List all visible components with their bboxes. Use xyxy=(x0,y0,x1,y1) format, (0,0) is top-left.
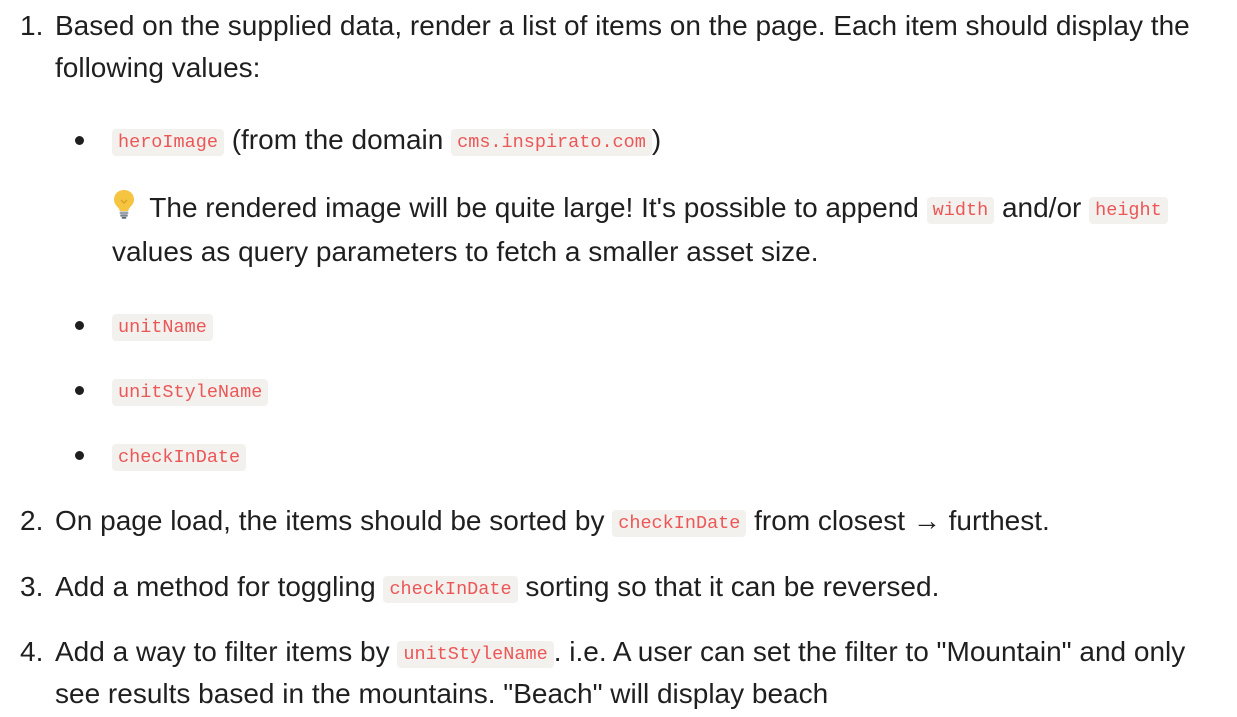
sub-list-item-hero-image: heroImage (from the domain cms.inspirato… xyxy=(55,119,1212,161)
list-number: 1. xyxy=(20,10,44,41)
note-text-3: values as query parameters to fetch a sm… xyxy=(112,236,819,267)
code-width: width xyxy=(926,197,995,224)
list-number: 3. xyxy=(20,571,44,602)
list-number: 2. xyxy=(20,505,44,536)
bullet xyxy=(75,386,84,395)
code-unit-name: unitName xyxy=(112,314,213,341)
bullet xyxy=(75,321,84,330)
list-item-4: 4. Add a way to filter items by unitStyl… xyxy=(0,631,1215,715)
list-item-text-2: from closest → furthest. xyxy=(746,505,1050,536)
code-check-in-date: checkInDate xyxy=(612,510,747,537)
list-item-3: 3. Add a method for toggling checkInDate… xyxy=(0,566,1215,608)
list-item-text: Add a method for toggling xyxy=(55,571,384,602)
list-item-text: Based on the supplied data, render a lis… xyxy=(55,10,1190,83)
note-text-2: and/or xyxy=(994,192,1090,223)
code-domain: cms.inspirato.com xyxy=(451,129,652,156)
list-item-1: 1. Based on the supplied data, render a … xyxy=(0,5,1215,89)
sub-list-item-unit-name: unitName xyxy=(55,304,213,346)
list-item-text: On page load, the items should be sorted… xyxy=(55,505,613,536)
note-block: The rendered image will be quite large! … xyxy=(55,187,1222,273)
code-check-in-date: checkInDate xyxy=(383,576,518,603)
code-unit-style-name: unitStyleName xyxy=(397,641,554,668)
code-check-in-date: checkInDate xyxy=(112,444,247,471)
list-number: 4. xyxy=(20,636,44,667)
note-text: The rendered image will be quite large! … xyxy=(142,192,927,223)
list-item-2: 2. On page load, the items should be sor… xyxy=(0,500,1215,542)
code-height: height xyxy=(1089,197,1168,224)
bullet xyxy=(75,451,84,460)
list-item-text-2: sorting so that it can be reversed. xyxy=(517,571,940,602)
code-unit-style-name: unitStyleName xyxy=(112,379,269,406)
sub-text-end: ) xyxy=(651,124,662,155)
bullet xyxy=(75,136,84,145)
list-item-text: Add a way to filter items by xyxy=(55,636,398,667)
sub-list-item-check-in-date: checkInDate xyxy=(55,434,247,476)
sub-list-item-unit-style-name: unitStyleName xyxy=(55,369,269,411)
lightbulb-icon xyxy=(112,189,142,231)
sub-text: (from the domain xyxy=(223,124,452,155)
code-hero-image: heroImage xyxy=(112,129,224,156)
